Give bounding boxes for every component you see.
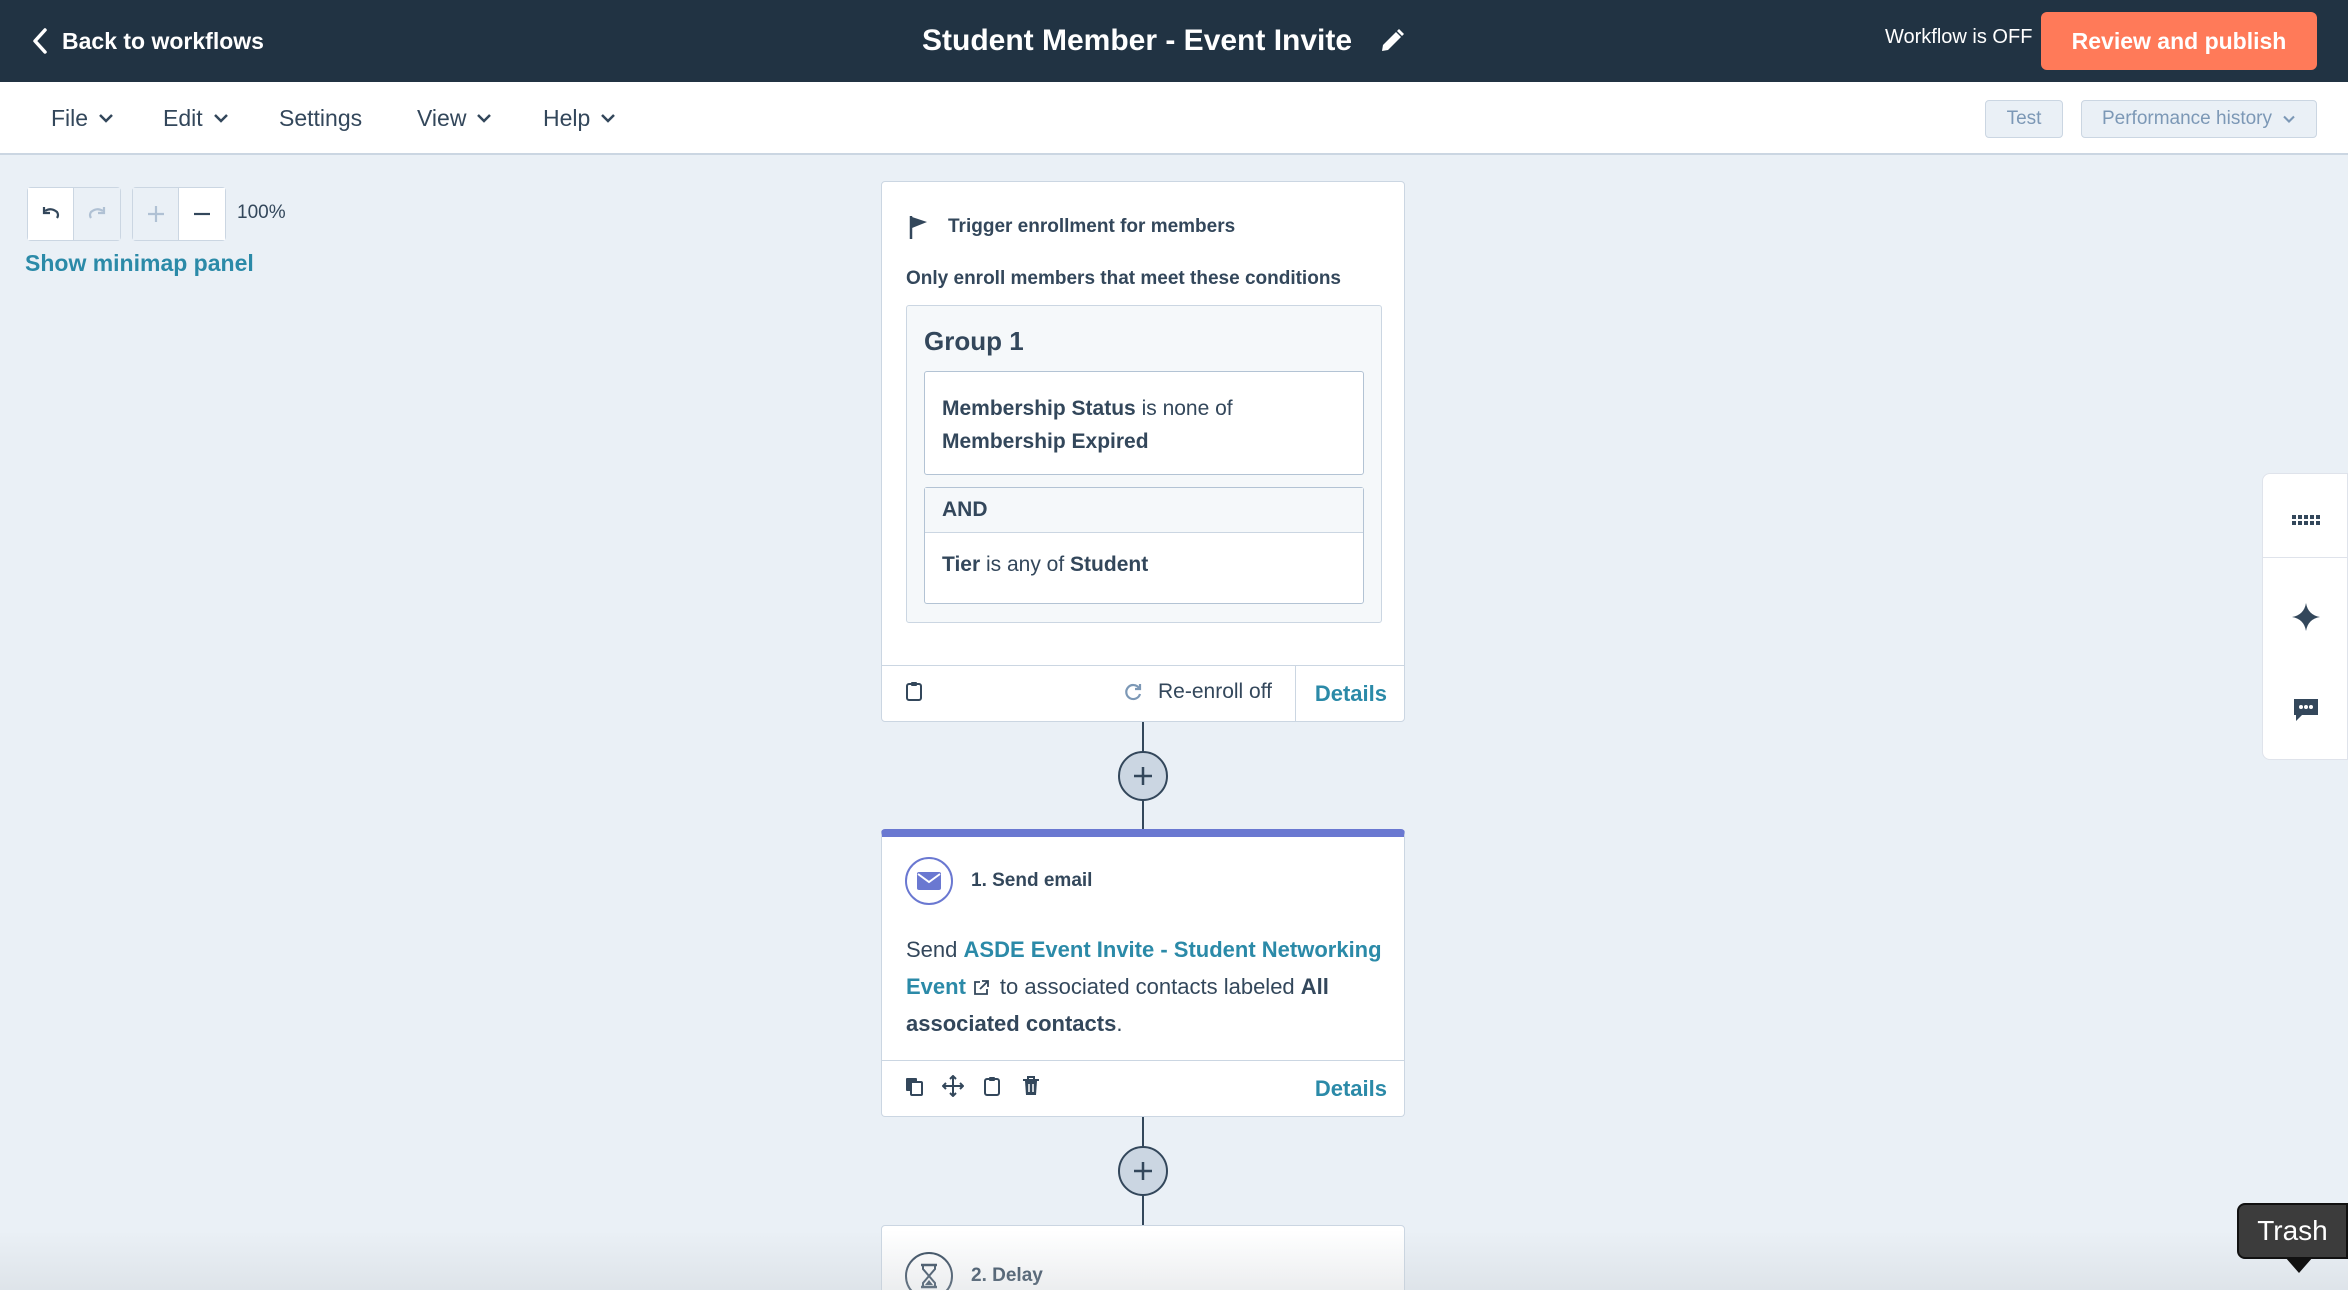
condition-property: Membership Status (942, 397, 1136, 420)
back-label: Back to workflows (62, 27, 264, 54)
delay-action-title: 2. Delay (971, 1265, 1043, 1286)
right-side-rail (2262, 473, 2348, 760)
tooltip-arrow (2285, 1257, 2313, 1273)
chevron-left-icon (33, 28, 47, 54)
move-icon[interactable] (942, 1075, 964, 1097)
redo-button[interactable] (74, 188, 120, 240)
back-to-workflows-link[interactable]: Back to workflows (30, 24, 264, 58)
undo-redo-group (27, 187, 121, 241)
reenroll-toggle[interactable]: Re-enroll off (1122, 680, 1272, 704)
trigger-heading-text: Trigger enrollment for members (948, 216, 1236, 237)
menu-edit-label: Edit (163, 104, 203, 131)
grid-icon (2292, 515, 2320, 525)
menu-settings[interactable]: Settings (279, 102, 362, 134)
trigger-details-link[interactable]: Details (1315, 681, 1387, 707)
hourglass-icon (905, 1252, 953, 1290)
trash-tooltip: Trash (2237, 1203, 2348, 1259)
review-and-publish-button[interactable]: Review and publish (2041, 12, 2317, 70)
menu-file[interactable]: File (51, 102, 114, 134)
performance-history-label: Performance history (2101, 108, 2272, 129)
performance-history-button[interactable]: Performance history (2081, 100, 2317, 138)
clipboard-icon[interactable] (981, 1075, 1003, 1097)
copy-icon[interactable] (903, 1075, 925, 1097)
menu-help-label: Help (543, 104, 591, 131)
minus-icon (194, 212, 210, 216)
email-icon (905, 857, 953, 905)
condition-filter[interactable]: AND Tier is any of Student (924, 487, 1364, 604)
condition-property: Tier (942, 553, 981, 576)
menu-bar: File Edit Settings View Help Test Perfor… (0, 82, 2348, 155)
flag-icon (909, 216, 927, 239)
rail-apps-button[interactable] (2263, 474, 2348, 566)
rail-ai-button[interactable] (2263, 571, 2348, 663)
workflow-title-text: Student Member - Event Invite (922, 24, 1353, 57)
condition-value: Membership Expired (942, 430, 1149, 453)
send-email-card[interactable]: 1. Send email Send ASDE Event Invite - S… (881, 829, 1405, 1117)
plus-icon (1134, 767, 1152, 785)
menu-edit[interactable]: Edit (163, 102, 229, 134)
menu-view-label: View (417, 104, 467, 131)
menu-settings-label: Settings (279, 104, 363, 131)
chevron-down-icon (2283, 115, 2295, 123)
zoom-in-button[interactable] (133, 188, 179, 240)
condition-text: Tier is any of Student (925, 533, 1363, 597)
email-action-title: 1. Send email (971, 870, 1093, 891)
group-title: Group 1 (924, 326, 1024, 356)
chevron-down-icon (213, 114, 228, 123)
divider (1295, 666, 1296, 722)
email-action-heading: 1. Send email (905, 857, 1092, 905)
condition-operator: is none of (1141, 397, 1233, 420)
chevron-down-icon (477, 114, 492, 123)
trash-icon[interactable] (1020, 1075, 1042, 1097)
add-action-button[interactable] (1118, 1146, 1168, 1196)
redo-icon (88, 207, 106, 219)
workflow-status: Workflow is OFF (1885, 26, 2033, 48)
pencil-icon[interactable] (1378, 27, 1406, 55)
trigger-heading: Trigger enrollment for members (908, 214, 1235, 240)
clipboard-icon[interactable] (903, 680, 925, 702)
chevron-down-icon (99, 114, 113, 123)
condition-group: Group 1 Membership Status is none of Mem… (906, 305, 1382, 623)
condition-operator: is any of (985, 553, 1065, 576)
plus-icon (1134, 1162, 1152, 1180)
menu-file-label: File (51, 104, 89, 131)
reenroll-label: Re-enroll off (1158, 680, 1273, 703)
show-minimap-link[interactable]: Show minimap panel (25, 250, 254, 277)
divider (2263, 557, 2348, 558)
zoom-controls (132, 187, 226, 241)
top-bar: Back to workflows Student Member - Event… (0, 0, 2348, 82)
menu-view[interactable]: View (417, 102, 492, 134)
and-label: AND (925, 488, 1363, 533)
condition-value: Student (1070, 553, 1149, 576)
undo-icon (42, 207, 59, 219)
zoom-out-button[interactable] (179, 188, 225, 240)
zoom-level: 100% (237, 202, 286, 223)
send-prefix: Send (906, 937, 958, 962)
email-end-text: . (1116, 1011, 1123, 1036)
external-link-icon[interactable] (972, 979, 990, 997)
test-button[interactable]: Test (1985, 100, 2063, 138)
menu-help[interactable]: Help (543, 102, 616, 134)
undo-button[interactable] (28, 188, 74, 240)
chat-icon (2294, 699, 2318, 721)
refresh-icon (1125, 683, 1142, 701)
sparkle-icon (2292, 603, 2320, 631)
email-card-footer: Details (882, 1060, 1404, 1116)
email-details-link[interactable]: Details (1315, 1076, 1387, 1102)
trigger-subheading: Only enroll members that meet these cond… (906, 268, 1341, 289)
rail-chat-button[interactable] (2263, 664, 2348, 756)
trigger-card-footer: Re-enroll off Details (882, 665, 1404, 722)
chevron-down-icon (601, 114, 616, 123)
trigger-card[interactable]: Trigger enrollment for members Only enro… (881, 181, 1405, 722)
test-label: Test (2006, 108, 2042, 129)
add-action-button[interactable] (1118, 751, 1168, 801)
email-mid-text: to associated contacts labeled (999, 974, 1295, 999)
workflow-title: Student Member - Event Invite (922, 20, 1406, 62)
delay-action-heading: 2. Delay (905, 1252, 1043, 1290)
plus-icon (147, 206, 164, 222)
delay-card[interactable]: 2. Delay (881, 1225, 1405, 1290)
condition-filter[interactable]: Membership Status is none of Membership … (924, 371, 1364, 475)
email-action-body: Send ASDE Event Invite - Student Network… (906, 931, 1382, 1042)
